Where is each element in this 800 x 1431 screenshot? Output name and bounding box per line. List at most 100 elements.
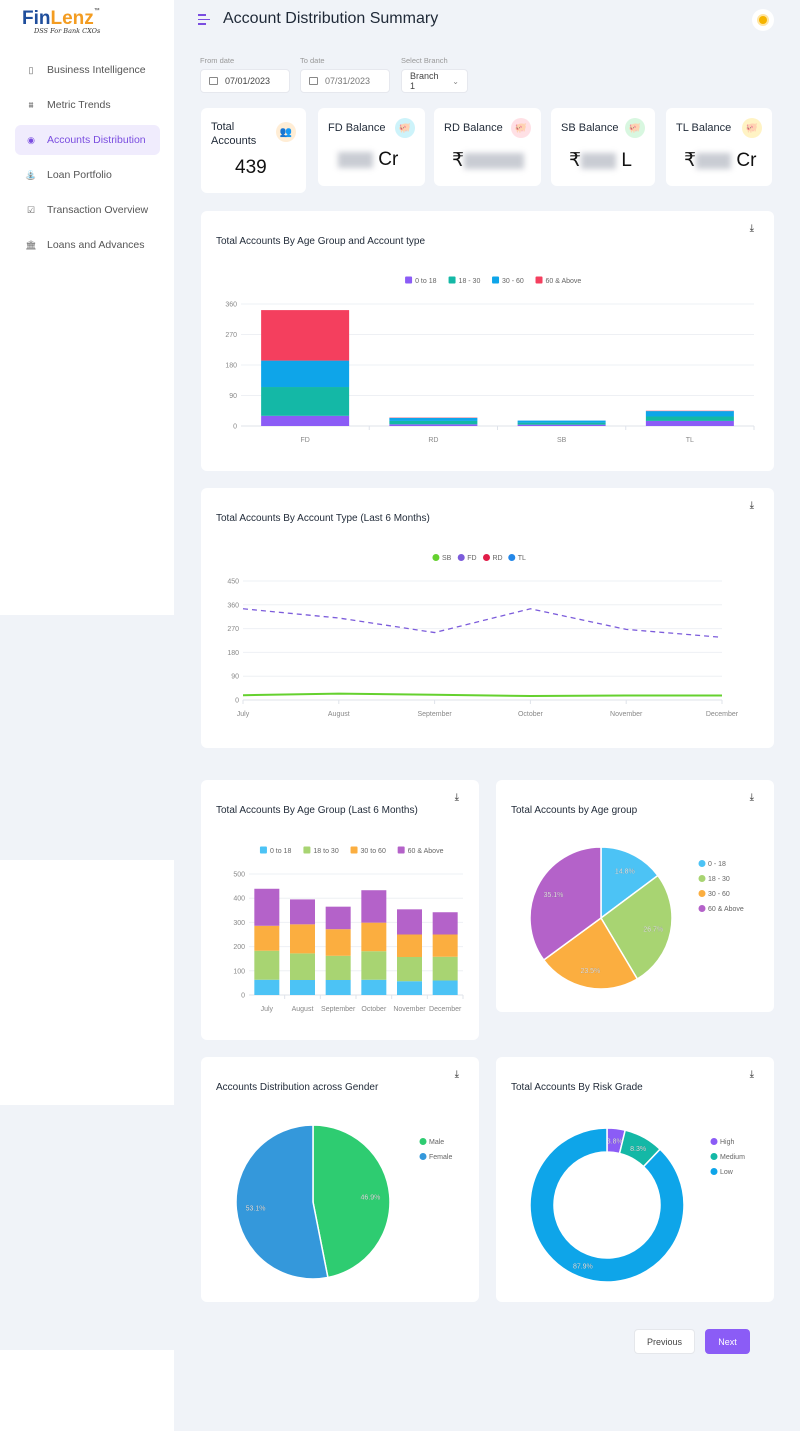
from-date-input[interactable]: 07/01/2023: [200, 69, 290, 93]
sidebar-band: [0, 1350, 174, 1431]
legend-marker: [698, 890, 706, 897]
trademark: ™: [93, 8, 100, 14]
x-tick-label: September: [417, 711, 452, 718]
to-date-value: 07/31/2023: [325, 76, 371, 86]
bar-segment: [361, 922, 387, 952]
x-tick-label: October: [361, 1006, 387, 1013]
stat-card-sb-balance: SB Balance 🐖 ₹ L: [551, 108, 655, 186]
piggy-bank-icon: 🐖: [395, 118, 415, 138]
sidebar-band: [0, 860, 174, 1105]
legend-label: SB: [442, 555, 452, 562]
theme-toggle-button[interactable]: [752, 9, 774, 31]
legend-label: FD: [467, 555, 476, 562]
slice-label: 35.1%: [544, 892, 564, 899]
series-line-sb: [242, 692, 722, 698]
chart-svg: 0 to 18 18 - 30 30 - 60 60 & Above 0 90 180 270…: [225, 276, 755, 444]
legend-marker: [397, 846, 405, 854]
sidebar-item-accounts-distribution[interactable]: ◉ Accounts Distribution: [15, 125, 160, 155]
legend-marker: [432, 554, 440, 561]
y-tick-label: 360: [225, 302, 237, 309]
legend-marker: [698, 860, 706, 867]
stat-label: RD Balance: [444, 122, 503, 134]
legend-label: 18 - 30: [708, 876, 730, 883]
page-title: Account Distribution Summary: [223, 10, 439, 27]
bar-segment: [432, 956, 458, 981]
legend-label: 30 - 60: [708, 891, 730, 898]
y-tick-label: 180: [225, 363, 237, 370]
stat-value: ₹ L: [569, 150, 632, 171]
legend-label: 18 - 30: [459, 278, 481, 285]
y-tick-label: 90: [229, 393, 237, 400]
from-date-label: From date: [200, 56, 235, 65]
masked-value: [696, 152, 732, 169]
y-tick-label: 180: [227, 650, 239, 657]
bar-segment: [397, 957, 422, 982]
bar-segment: [517, 422, 606, 425]
from-date-value: 07/01/2023: [225, 76, 271, 86]
sidebar-item-metric-trends[interactable]: ⩩ Metric Trends: [15, 90, 160, 120]
sidebar-panel-icon: ▯: [28, 64, 34, 75]
bar-segment: [397, 934, 422, 958]
bar-segment: [397, 981, 422, 995]
legend-label: High: [720, 1139, 735, 1146]
bar-segment: [389, 417, 478, 421]
bank-icon: 🏛: [25, 239, 37, 250]
x-tick-label: TL: [686, 437, 694, 444]
x-tick-label: December: [706, 711, 739, 718]
y-tick-label: 450: [227, 579, 239, 586]
bar-segment: [361, 979, 387, 995]
bar-segment: [517, 424, 606, 426]
chevron-down-icon: ⌄: [452, 76, 459, 86]
brand-logo[interactable]: FinLenz™ DSS For Bank CXOs: [22, 8, 100, 35]
piggy-bank-icon: 🐖: [625, 118, 645, 138]
y-tick-label: 270: [225, 332, 237, 339]
sidebar-item-label: Transaction Overview: [47, 204, 149, 216]
bar-segment: [290, 979, 315, 995]
bar-segment: [432, 912, 458, 935]
branch-label: Select Branch: [401, 56, 448, 65]
stat-label: FD Balance: [328, 122, 386, 134]
legend-marker: [448, 276, 456, 284]
slice-label: 53.1%: [246, 1206, 266, 1213]
stat-card-total-accounts: Total Accounts 👥 439: [201, 108, 306, 193]
menu-icon[interactable]: [198, 14, 212, 26]
pie-slice: [529, 1127, 685, 1283]
legend-marker: [419, 1153, 427, 1160]
legend-label: 60 & Above: [708, 906, 744, 913]
legend-marker: [483, 554, 490, 561]
sidebar-item-loans-and-advances[interactable]: 🏛 Loans and Advances: [15, 230, 160, 260]
y-tick-label: 360: [227, 602, 239, 609]
to-date-input[interactable]: 07/31/2023: [300, 69, 390, 93]
sidebar-item-transaction-overview[interactable]: ☑ Transaction Overview: [15, 195, 160, 225]
chart-svg: 46.9% 53.1% Male Female: [235, 1124, 452, 1280]
previous-button[interactable]: Previous: [634, 1329, 695, 1354]
legend-marker: [698, 875, 706, 882]
legend-label: 30 to 60: [361, 848, 386, 855]
legend-marker: [259, 846, 267, 854]
branch-value: Branch 1: [410, 71, 439, 91]
piggy-bank-icon: 🐖: [511, 118, 531, 138]
stat-value: 439: [235, 157, 267, 178]
legend-label: Medium: [720, 1154, 745, 1161]
x-tick-label: December: [429, 1006, 462, 1013]
branch-select[interactable]: Branch 1 ⌄: [401, 69, 468, 93]
users-icon: 👥: [276, 122, 296, 142]
sidebar-item-loan-portfolio[interactable]: ⛲ Loan Portfolio: [15, 160, 160, 190]
bar-segment: [645, 420, 734, 426]
stat-value: ₹: [452, 149, 525, 172]
legend-marker: [303, 846, 311, 854]
chart-card-age-group-months: Total Accounts By Age Group (Last 6 Mont…: [201, 780, 479, 1040]
next-button[interactable]: Next: [705, 1329, 750, 1354]
bar-segment: [432, 934, 458, 957]
y-tick-label: 400: [233, 896, 245, 903]
chart-svg: 14.8% 26.7% 23.5% 35.1% 0 - 18 18 - 30 30 - 60…: [529, 846, 744, 990]
legend-marker: [457, 554, 465, 561]
x-tick-label: July: [237, 711, 250, 718]
slice-label: 8.3%: [630, 1146, 646, 1153]
y-tick-label: 100: [233, 968, 245, 975]
legend-marker: [698, 905, 706, 912]
sidebar-item-business-intelligence[interactable]: ▯ Business Intelligence: [15, 55, 160, 85]
chart-card-risk-grade-donut: Total Accounts By Risk Grade ⤓ 3.8% 8.3% 8…: [496, 1057, 774, 1302]
legend-marker: [350, 846, 358, 854]
bar-segment: [389, 420, 478, 425]
